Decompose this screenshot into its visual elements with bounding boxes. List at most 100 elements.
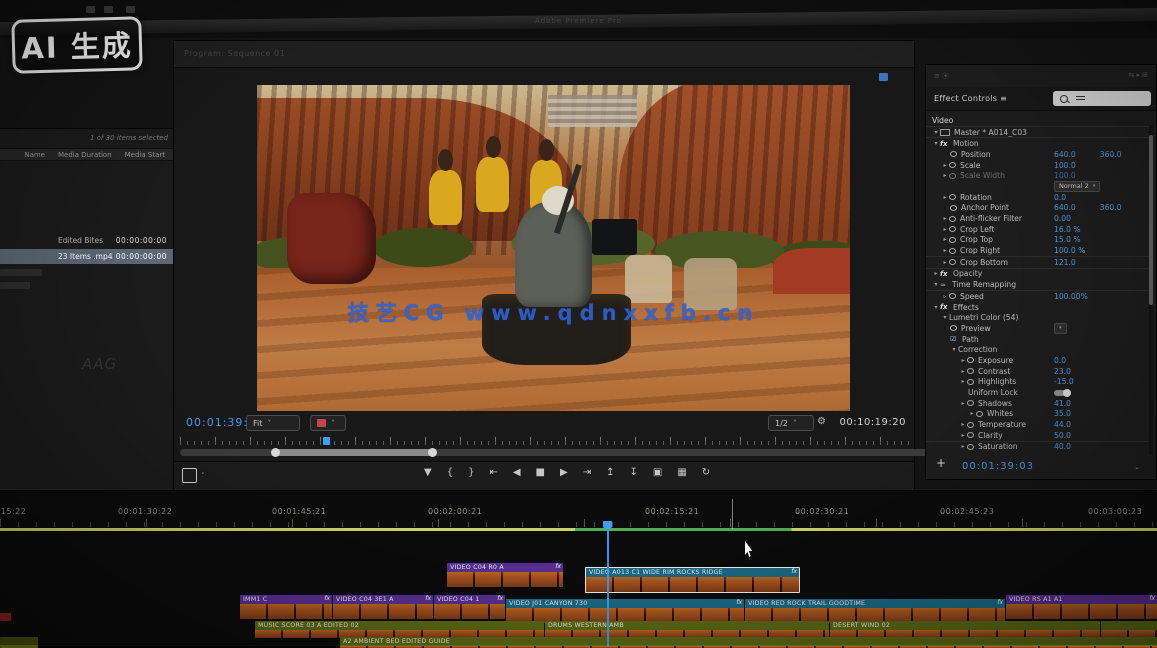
twirl-chevron-icon[interactable]: ▸ bbox=[968, 410, 976, 417]
param-value[interactable]: 100.00% bbox=[1054, 292, 1088, 301]
twirl-chevron-icon[interactable]: ▸ bbox=[941, 247, 949, 254]
stopwatch-icon[interactable] bbox=[949, 162, 956, 168]
twirl-chevron-icon[interactable]: ▾ bbox=[932, 140, 940, 147]
param-value[interactable]: 40.0 bbox=[1054, 442, 1071, 451]
effect-row[interactable]: ▸Rotation0.0 bbox=[926, 192, 1150, 203]
lift-button[interactable]: ↥ bbox=[606, 467, 614, 478]
twirl-chevron-icon[interactable]: ▾ bbox=[932, 281, 940, 288]
stopwatch-icon[interactable] bbox=[950, 205, 957, 211]
param-value[interactable]: 0.00 bbox=[1054, 214, 1071, 223]
stopwatch-icon[interactable] bbox=[967, 357, 974, 363]
export-frame-button[interactable]: ▣ bbox=[653, 467, 662, 478]
zoom-level-dropdown[interactable]: 1/2 bbox=[768, 415, 814, 431]
param-value[interactable]: 0.0 bbox=[1054, 193, 1066, 202]
timeline-clip[interactable]: DRUMS WESTERN AMB bbox=[545, 621, 829, 638]
effect-row[interactable]: ▸Saturation40.0 bbox=[926, 441, 1150, 453]
param-value[interactable]: 35.0 bbox=[1054, 409, 1071, 418]
panel-collapse-icon[interactable]: ⌄ bbox=[1134, 463, 1140, 471]
timeline-clip[interactable]: A2 AMBIENT BED EDITED GUIDE bbox=[340, 637, 1157, 648]
button-editor-plus[interactable]: + bbox=[936, 456, 946, 470]
param-value[interactable]: -15.0 bbox=[1054, 377, 1074, 386]
column-media-start[interactable]: Media Start bbox=[125, 151, 165, 159]
timeline-clip[interactable]: VIDEO C04 3E1 Afx bbox=[333, 595, 433, 619]
stopwatch-icon[interactable] bbox=[967, 368, 974, 374]
project-row[interactable]: 23 Items .mp400:00:00:00 bbox=[0, 249, 173, 264]
clip-stub-olive[interactable] bbox=[0, 637, 38, 648]
effect-row[interactable]: ▸Clarity50.0 bbox=[926, 430, 1150, 441]
param-value[interactable]: 44.0 bbox=[1054, 420, 1071, 429]
effect-row[interactable]: Uniform Lock bbox=[926, 387, 1150, 398]
timeline-clip[interactable]: IMM1 Cfx bbox=[240, 595, 332, 619]
twirl-chevron-icon[interactable]: ▸ bbox=[959, 357, 967, 364]
twirl-chevron-icon[interactable]: ▸ bbox=[941, 172, 949, 179]
twirl-chevron-icon[interactable]: ▾ bbox=[932, 129, 940, 136]
stop-button[interactable]: ■ bbox=[536, 467, 545, 478]
twirl-chevron-icon[interactable]: ▸ bbox=[941, 236, 949, 243]
param-value[interactable]: 0.0 bbox=[1054, 356, 1066, 365]
param-value[interactable]: 640.0 bbox=[1054, 203, 1076, 212]
timeline-clip[interactable]: MUSIC SCORE 03 A EDITED 02 bbox=[255, 621, 544, 638]
monitor-time-ruler[interactable] bbox=[180, 437, 910, 445]
step-forward-button[interactable]: ▶ bbox=[560, 467, 568, 478]
clip-stub-red[interactable] bbox=[0, 613, 11, 621]
step-back-button[interactable]: ◀ bbox=[513, 467, 521, 478]
monitor-playhead[interactable] bbox=[323, 437, 330, 445]
param-value[interactable]: 640.0 bbox=[1054, 150, 1076, 159]
param-value[interactable]: 50.0 bbox=[1054, 431, 1071, 440]
work-area-bar[interactable] bbox=[0, 528, 1157, 531]
twirl-chevron-icon[interactable]: ▸ bbox=[941, 162, 949, 169]
go-to-out-button[interactable]: ⇥ bbox=[583, 467, 591, 478]
project-item-partial[interactable] bbox=[0, 282, 30, 289]
effect-row[interactable]: ▾Lumetri Color (54) bbox=[926, 312, 1150, 323]
twirl-chevron-icon[interactable]: ▸ bbox=[959, 443, 967, 450]
effect-row[interactable]: ▸Anti-flicker Filter0.00 bbox=[926, 213, 1150, 224]
multicam-button[interactable]: ↻ bbox=[702, 467, 710, 478]
twirl-chevron-icon[interactable]: ▸ bbox=[941, 215, 949, 222]
effect-row[interactable]: ▸Temperature44.0 bbox=[926, 419, 1150, 430]
go-to-in-button[interactable]: ⇤ bbox=[489, 467, 497, 478]
twirl-chevron-icon[interactable]: ▸ bbox=[941, 259, 949, 266]
effect-row[interactable]: ▸Contrast23.0 bbox=[926, 366, 1150, 377]
playback-resolution-dropdown[interactable] bbox=[310, 415, 346, 431]
effect-row[interactable]: ▸Crop Left16.0 % bbox=[926, 224, 1150, 235]
stopwatch-icon[interactable] bbox=[967, 432, 974, 438]
stopwatch-icon[interactable] bbox=[976, 411, 983, 417]
stopwatch-icon[interactable] bbox=[950, 151, 957, 157]
tab-effect-controls[interactable]: Effect Controls ≡ bbox=[934, 94, 1007, 103]
fx-icon[interactable]: fx bbox=[940, 303, 950, 311]
effect-row[interactable]: ▸fxOpacity bbox=[926, 268, 1150, 280]
stopwatch-icon[interactable] bbox=[967, 422, 974, 428]
effect-row[interactable]: ▸Crop Bottom121.0 bbox=[926, 256, 1150, 268]
panel-search-pill[interactable] bbox=[1053, 91, 1151, 106]
effect-row[interactable]: ▾Master * A014_C03 bbox=[926, 126, 1150, 138]
effect-row[interactable]: ▸Highlights-15.0 bbox=[926, 377, 1150, 388]
time-remap-icon[interactable]: ≈ bbox=[940, 281, 949, 289]
stopwatch-icon[interactable] bbox=[949, 237, 956, 243]
settings-wrench-icon[interactable]: ⚙ bbox=[817, 416, 826, 427]
effect-row[interactable]: Video bbox=[926, 115, 1150, 126]
project-item-name[interactable]: 23 Items .mp4 bbox=[58, 252, 113, 261]
effect-row[interactable]: ▸Scale Width100.0 bbox=[926, 170, 1150, 181]
stopwatch-icon[interactable] bbox=[949, 194, 956, 200]
zoom-handle-left[interactable] bbox=[271, 448, 280, 457]
column-name[interactable]: Name bbox=[24, 151, 45, 159]
timeline-clip[interactable]: VIDEO A013 C1 WIDE RIM ROCKS RIDGEfx bbox=[585, 567, 800, 593]
program-monitor-tab[interactable]: Program: Sequence 01 bbox=[184, 49, 285, 58]
monitor-zoom-thumb[interactable] bbox=[274, 449, 434, 456]
effect-row[interactable]: Normal 2 bbox=[926, 181, 1150, 192]
twirl-chevron-icon[interactable]: ▾ bbox=[932, 304, 940, 311]
timeline-clip[interactable]: VIDEO RED ROCK TRAIL GOODTIMEfx bbox=[745, 599, 1005, 623]
zoom-handle-right[interactable] bbox=[428, 448, 437, 457]
twirl-chevron-icon[interactable]: ▸ bbox=[959, 421, 967, 428]
twirl-chevron-icon[interactable]: ▸ bbox=[959, 400, 967, 407]
stopwatch-icon[interactable] bbox=[949, 216, 956, 222]
effect-panel-timecode[interactable]: 00:01:39:03 bbox=[962, 461, 1034, 472]
param-dropdown[interactable]: Normal 2 bbox=[1054, 181, 1100, 192]
param-value[interactable]: 121.0 bbox=[1054, 258, 1076, 267]
effect-row[interactable]: ▾Correction bbox=[926, 344, 1150, 355]
menu-icon[interactable] bbox=[104, 6, 113, 13]
project-row[interactable]: Edited Bites00:00:00:00 bbox=[0, 233, 173, 248]
menu-icon[interactable] bbox=[86, 6, 95, 13]
timeline-ruler-ticks[interactable] bbox=[0, 519, 1157, 527]
add-marker-button[interactable]: ▼ bbox=[424, 467, 432, 478]
